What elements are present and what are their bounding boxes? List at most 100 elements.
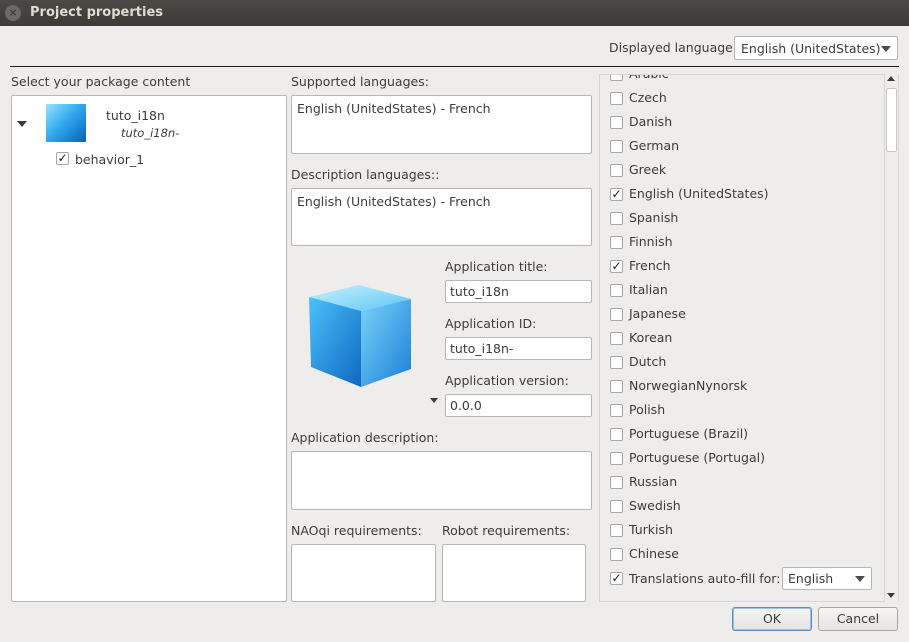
robot-requirements-label: Robot requirements: — [442, 523, 571, 538]
language-item[interactable]: Japanese — [610, 305, 870, 323]
autofill-checkbox[interactable]: ✓ — [610, 572, 623, 585]
application-id-input[interactable] — [445, 337, 592, 360]
supported-languages-field[interactable]: English (UnitedStates) - French — [291, 95, 592, 154]
language-item[interactable]: Swedish — [610, 497, 870, 515]
language-checkbox[interactable] — [610, 116, 623, 129]
displayed-language-select[interactable]: English (UnitedStates) — [734, 36, 898, 60]
application-version-label: Application version: — [445, 373, 569, 388]
ok-button[interactable]: OK — [732, 607, 812, 631]
autofill-label: Translations auto-fill for: — [629, 571, 781, 586]
window-title: Project properties — [30, 5, 163, 20]
cube-icon — [309, 285, 411, 387]
language-checkbox[interactable] — [610, 524, 623, 537]
language-label: Chinese — [629, 546, 679, 561]
title-bar: × Project properties — [0, 0, 909, 26]
language-checkbox[interactable] — [610, 236, 623, 249]
application-description-field[interactable] — [291, 451, 592, 510]
language-item[interactable]: Czech — [610, 89, 870, 107]
language-item[interactable]: NorwegianNynorsk — [610, 377, 870, 395]
language-item[interactable]: Korean — [610, 329, 870, 347]
language-checkbox[interactable] — [610, 92, 623, 105]
application-icon[interactable] — [305, 283, 417, 393]
language-label: NorwegianNynorsk — [629, 378, 748, 393]
language-item[interactable]: Finnish — [610, 233, 870, 251]
language-checkbox[interactable] — [610, 284, 623, 297]
autofill-language-value: English — [788, 571, 834, 586]
behavior-checkbox[interactable]: ✓ — [56, 152, 69, 165]
language-label: German — [629, 138, 680, 153]
displayed-language-value: English (UnitedStates) — [741, 41, 881, 56]
language-label: Italian — [629, 282, 668, 297]
expand-arrow-icon[interactable] — [17, 121, 27, 127]
language-checkbox[interactable] — [610, 404, 623, 417]
language-checkbox[interactable]: ✓ — [610, 260, 623, 273]
language-checkbox[interactable] — [610, 548, 623, 561]
language-checkbox[interactable]: ✓ — [610, 188, 623, 201]
language-item[interactable]: Russian — [610, 473, 870, 491]
language-label: Czech — [629, 90, 667, 105]
language-label: French — [629, 258, 671, 273]
language-checkbox[interactable] — [610, 380, 623, 393]
language-item[interactable]: Arabic — [610, 75, 870, 83]
language-checkbox[interactable] — [610, 75, 623, 81]
language-item[interactable]: Portuguese (Portugal) — [610, 449, 870, 467]
description-languages-label: Description languages:: — [291, 167, 440, 182]
language-item[interactable]: Portuguese (Brazil) — [610, 425, 870, 443]
language-label: Japanese — [629, 306, 686, 321]
language-checkbox[interactable] — [610, 428, 623, 441]
close-icon[interactable]: × — [5, 5, 21, 21]
autofill-language-select[interactable]: English — [782, 567, 872, 590]
package-content-header: Select your package content — [11, 74, 191, 89]
scroll-up-icon[interactable] — [887, 76, 895, 81]
language-item[interactable]: Spanish — [610, 209, 870, 227]
chevron-down-icon — [881, 46, 891, 52]
displayed-language-label: Displayed language — [609, 40, 733, 55]
language-label: Polish — [629, 402, 666, 417]
language-checkbox[interactable] — [610, 500, 623, 513]
supported-languages-label: Supported languages: — [291, 74, 429, 89]
language-label: Finnish — [629, 234, 673, 249]
language-checkbox[interactable] — [610, 452, 623, 465]
icon-menu-arrow-icon[interactable] — [430, 398, 438, 403]
package-name: tuto_i18n — [106, 108, 165, 123]
language-label: Portuguese (Portugal) — [629, 450, 765, 465]
language-label: Danish — [629, 114, 673, 129]
languages-list-panel[interactable]: Arabic Czech Danish German Greek ✓ English (Un… — [599, 74, 899, 602]
scroll-down-icon[interactable] — [887, 593, 895, 598]
description-languages-field[interactable]: English (UnitedStates) - French — [291, 188, 592, 246]
language-item[interactable]: Italian — [610, 281, 870, 299]
application-version-input[interactable] — [445, 394, 592, 417]
package-tree[interactable]: tuto_i18n tuto_i18n- ✓ behavior_1 — [11, 95, 287, 602]
application-title-input[interactable] — [445, 280, 592, 303]
language-label: Spanish — [629, 210, 679, 225]
language-item[interactable]: German — [610, 137, 870, 155]
language-checkbox[interactable] — [610, 140, 623, 153]
language-checkbox[interactable] — [610, 212, 623, 225]
separator — [10, 66, 899, 67]
language-item[interactable]: ✓ English (UnitedStates) — [610, 185, 870, 203]
language-checkbox[interactable] — [610, 356, 623, 369]
language-checkbox[interactable] — [610, 332, 623, 345]
cancel-button[interactable]: Cancel — [818, 607, 898, 631]
language-checkbox[interactable] — [610, 476, 623, 489]
language-label: Turkish — [629, 522, 673, 537]
language-label: Arabic — [629, 75, 669, 81]
supported-languages-value: English (UnitedStates) - French — [297, 101, 491, 116]
languages-scrollbar[interactable] — [884, 74, 898, 602]
behavior-label: behavior_1 — [75, 152, 145, 167]
robot-requirements-field[interactable] — [442, 544, 586, 602]
language-item[interactable]: Greek — [610, 161, 870, 179]
language-item[interactable]: Dutch — [610, 353, 870, 371]
package-cube-icon — [46, 104, 86, 142]
language-item[interactable]: Danish — [610, 113, 870, 131]
language-item[interactable]: ✓ French — [610, 257, 870, 275]
scrollbar-thumb[interactable] — [886, 88, 897, 152]
language-item[interactable]: Turkish — [610, 521, 870, 539]
language-item[interactable]: Chinese — [610, 545, 870, 563]
language-checkbox[interactable] — [610, 308, 623, 321]
application-description-label: Application description: — [291, 430, 439, 445]
language-item[interactable]: Polish — [610, 401, 870, 419]
naoqi-requirements-field[interactable] — [291, 544, 436, 602]
language-checkbox[interactable] — [610, 164, 623, 177]
language-label: Swedish — [629, 498, 681, 513]
